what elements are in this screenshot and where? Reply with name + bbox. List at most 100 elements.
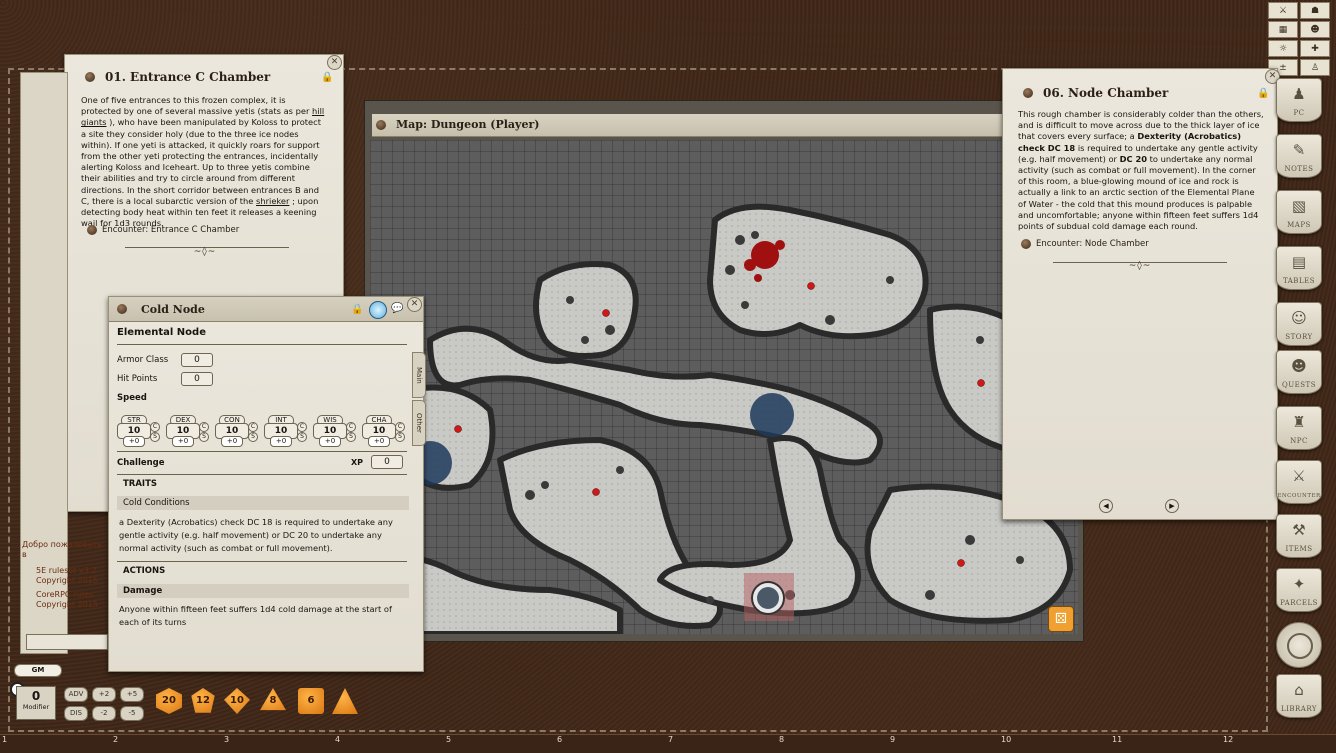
sidebar-label: NOTES xyxy=(1284,165,1314,173)
images-icon[interactable]: ☻ xyxy=(1300,21,1330,38)
map-link-icon[interactable] xyxy=(376,120,386,130)
npc-type: Elemental Node xyxy=(117,327,206,338)
party-sheet-icon[interactable]: ☗ xyxy=(1300,2,1330,19)
light-icon[interactable]: ☼ xyxy=(1268,40,1298,57)
map-canvas[interactable] xyxy=(370,140,1078,634)
save-toggle[interactable]: S xyxy=(150,432,160,442)
chat-welcome: Добро пожаловать в xyxy=(22,540,102,559)
map-tools-button[interactable]: ⚄ xyxy=(1048,606,1074,632)
tab-main[interactable]: Main xyxy=(412,352,426,398)
quest-icon: ☻ xyxy=(1291,357,1307,375)
check-toggle[interactable]: C xyxy=(248,422,258,432)
sidebar-label: ITEMS xyxy=(1285,545,1313,553)
encounter-link-icon[interactable] xyxy=(1021,239,1031,249)
check-toggle[interactable]: C xyxy=(199,422,209,432)
ruler-tick: 6 xyxy=(557,735,563,744)
save-toggle[interactable]: S xyxy=(297,432,307,442)
node-chamber-link-icon[interactable] xyxy=(1023,88,1033,98)
check-toggle[interactable]: C xyxy=(395,422,405,432)
xp-label: XP xyxy=(351,458,364,467)
ruler-tick: 4 xyxy=(335,735,341,744)
cold-node-title: Cold Node xyxy=(141,303,205,316)
prev-page-button[interactable]: ◀ xyxy=(1099,499,1113,513)
sidebar-quests-button[interactable]: ☻ QUESTS xyxy=(1276,350,1322,394)
chat-copyright2: Copyright 2015 xyxy=(36,600,98,609)
modifier-box[interactable]: 0 Modifier xyxy=(16,686,56,720)
table-icon: ▤ xyxy=(1291,253,1307,271)
save-toggle[interactable]: S xyxy=(346,432,356,442)
node-encounter-link[interactable]: Encounter: Node Chamber xyxy=(1021,239,1149,249)
tab-other[interactable]: Other xyxy=(412,400,426,446)
sidebar-story-button[interactable]: ☺ STORY xyxy=(1276,302,1322,346)
node-chamber-lock-icon[interactable]: 🔒 xyxy=(1257,88,1269,99)
save-toggle[interactable]: S xyxy=(248,432,258,442)
xp-field[interactable]: 0 xyxy=(371,455,403,469)
stat-wis[interactable]: WIS 10 +0 CS xyxy=(313,415,357,447)
sidebar-notes-button[interactable]: ✎ NOTES xyxy=(1276,134,1322,178)
sidebar-encounter-button[interactable]: ⚔ ENCOUNTER xyxy=(1276,460,1322,504)
speed-label: Speed xyxy=(117,393,147,403)
armor-class-label: Armor Class xyxy=(117,355,169,365)
stat-mod: +0 xyxy=(319,436,341,447)
npc-lock-icon[interactable]: 🔒 xyxy=(351,304,363,315)
assets-icon[interactable]: ✚ xyxy=(1300,40,1330,57)
top-right-toolbar: ⚔ ☗ ▦ ☻ ☼ ✚ ± ♙ xyxy=(1268,2,1332,76)
save-toggle[interactable]: S xyxy=(395,432,405,442)
character-icon[interactable]: ♙ xyxy=(1300,59,1330,76)
save-toggle[interactable]: S xyxy=(199,432,209,442)
npc-close-button[interactable]: ✕ xyxy=(407,297,422,312)
swords-icon: ⚔ xyxy=(1292,467,1306,485)
node-chamber-story-window: ✕ 06. Node Chamber 🔒 This rough chamber … xyxy=(1002,68,1280,520)
action-name: Damage xyxy=(117,584,409,598)
stat-int[interactable]: INT 10 +0 CS xyxy=(264,415,308,447)
calendar-icon[interactable]: ▦ xyxy=(1268,21,1298,38)
traits-header: TRAITS xyxy=(123,479,158,489)
stat-cha[interactable]: CHA 10 +0 CS xyxy=(362,415,406,447)
divider xyxy=(117,451,407,452)
npc-link-icon[interactable] xyxy=(117,304,127,314)
sidebar-token-button[interactable] xyxy=(1276,622,1322,668)
sidebar-maps-button[interactable]: ▧ MAPS xyxy=(1276,190,1322,234)
npc-token-icon[interactable] xyxy=(369,301,387,319)
sidebar-tables-button[interactable]: ▤ TABLES xyxy=(1276,246,1322,290)
check-toggle[interactable]: C xyxy=(346,422,356,432)
token-icon xyxy=(1287,633,1313,659)
armor-class-field[interactable]: 0 xyxy=(181,353,213,367)
cold-node-npc-window: Cold Node 🔒 💬 ✕ Elemental Node Armor Cla… xyxy=(108,296,424,672)
adv-button[interactable]: ADV xyxy=(64,687,88,702)
check-toggle[interactable]: C xyxy=(150,422,160,432)
d6-die[interactable]: 6 xyxy=(298,688,324,714)
plus5-button[interactable]: +5 xyxy=(120,687,144,702)
check-toggle[interactable]: C xyxy=(297,422,307,432)
plus2-button[interactable]: +2 xyxy=(92,687,116,702)
divider xyxy=(117,344,407,345)
dis-button[interactable]: DIS xyxy=(64,706,88,721)
chat-ruleset1: 5E ruleset v3.2 xyxy=(36,566,97,575)
bottom-ruler: 1 2 3 4 5 6 7 8 9 10 11 12 xyxy=(0,734,1336,753)
sidebar-items-button[interactable]: ⚒ ITEMS xyxy=(1276,514,1322,558)
stat-str[interactable]: STR 10 +0 CS xyxy=(117,415,161,447)
node-chamber-text: This rough chamber is considerably colde… xyxy=(1018,109,1264,232)
cave-map xyxy=(370,203,1073,634)
sidebar-npc-button[interactable]: ♜ NPC xyxy=(1276,406,1322,450)
minus5-button[interactable]: -5 xyxy=(120,706,144,721)
modifier-value: 0 xyxy=(31,689,41,703)
stat-mod: +0 xyxy=(123,436,145,447)
npc-chat-icon[interactable]: 💬 xyxy=(391,303,403,314)
sidebar-library-button[interactable]: ⌂ LIBRARY xyxy=(1276,674,1322,718)
stat-mod: +0 xyxy=(270,436,292,447)
parcel-icon: ✦ xyxy=(1292,575,1306,593)
sidebar-pc-button[interactable]: ♟ PC xyxy=(1276,78,1322,122)
ruler-tick: 12 xyxy=(1223,735,1234,744)
minus2-button[interactable]: -2 xyxy=(92,706,116,721)
next-page-button[interactable]: ▶ xyxy=(1165,499,1179,513)
hit-points-field[interactable]: 0 xyxy=(181,372,213,386)
map-window-titlebar[interactable]: Map: Dungeon (Player) xyxy=(372,114,1076,137)
chat-input[interactable] xyxy=(26,634,108,650)
gm-identity[interactable]: GM xyxy=(14,664,62,677)
stat-con[interactable]: CON 10 +0 CS xyxy=(215,415,259,447)
sidebar-label: LIBRARY xyxy=(1280,705,1318,713)
stat-dex[interactable]: DEX 10 +0 CS xyxy=(166,415,210,447)
combat-tracker-icon[interactable]: ⚔ xyxy=(1268,2,1298,19)
sidebar-parcels-button[interactable]: ✦ PARCELS xyxy=(1276,568,1322,612)
